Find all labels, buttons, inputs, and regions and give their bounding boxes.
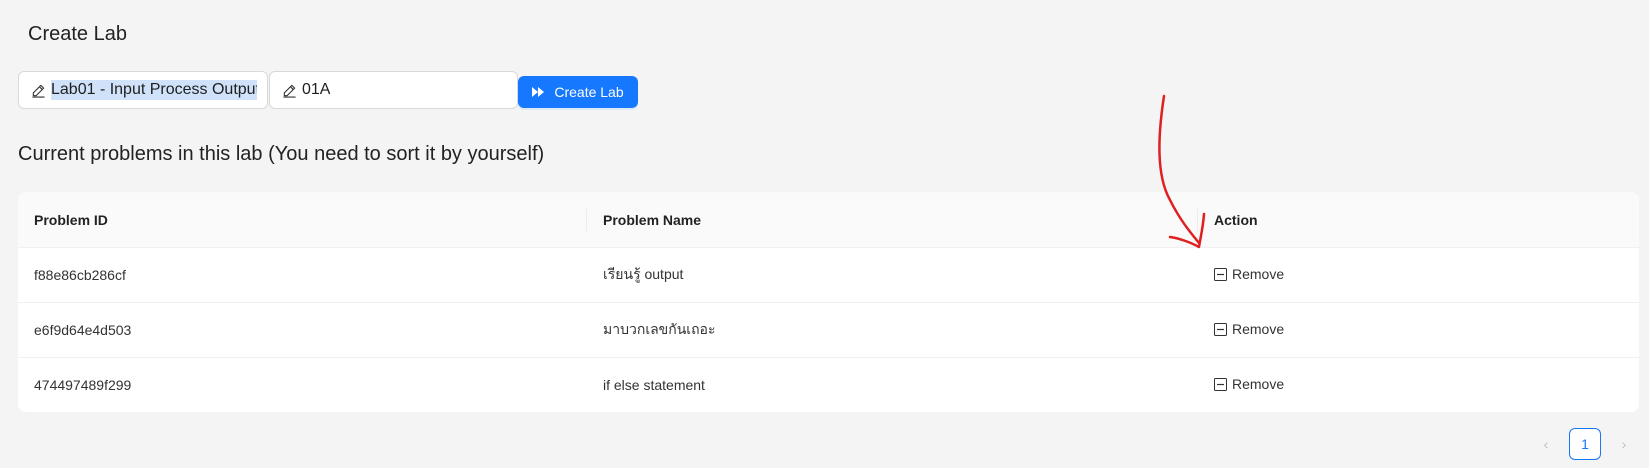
column-header-action: Action [1198,212,1639,228]
create-lab-button-label: Create Lab [554,84,623,100]
remove-button-label: Remove [1232,266,1284,282]
page-title: Create Lab [28,20,127,48]
minus-square-icon [1214,268,1227,281]
table-row: f88e86cb286cf เรียนรู้ output Remove [18,248,1639,303]
problem-id-cell: f88e86cb286cf [18,267,587,283]
lab-name-value: Lab01 - Input Process Output [51,80,257,100]
problem-name-cell: if else statement [587,377,1198,393]
fast-forward-icon [532,87,544,97]
table-row: 474497489f299 if else statement Remove [18,358,1639,412]
column-header-problem-name: Problem Name [587,212,1198,228]
chevron-left-icon[interactable]: ‹ [1530,428,1562,460]
problem-id-cell: e6f9d64e4d503 [18,322,587,338]
lab-code-value: 01A [302,81,330,99]
section-title: Current problems in this lab (You need t… [18,140,544,168]
column-header-problem-id: Problem ID [18,212,587,228]
pagination: ‹ 1 › [1530,428,1640,460]
page-item-current[interactable]: 1 [1569,428,1601,460]
lab-name-input[interactable]: Lab01 - Input Process Output [18,71,268,109]
minus-square-icon [1214,378,1227,391]
table-header: Problem ID Problem Name Action [18,192,1639,248]
remove-button-label: Remove [1232,321,1284,337]
problem-name-cell: เรียนรู้ output [587,264,1198,286]
create-lab-button[interactable]: Create Lab [518,76,638,108]
create-lab-page: Create Lab Lab01 - Input Process Output … [0,0,1649,468]
problem-name-cell: มาบวกเลขกันเถอะ [587,319,1198,341]
problem-id-cell: 474497489f299 [18,377,587,393]
chevron-right-icon[interactable]: › [1608,428,1640,460]
remove-button[interactable]: Remove [1214,376,1284,392]
table-row: e6f9d64e4d503 มาบวกเลขกันเถอะ Remove [18,303,1639,358]
problems-table: Problem ID Problem Name Action f88e86cb2… [18,192,1639,412]
remove-button[interactable]: Remove [1214,266,1284,282]
edit-icon [31,83,46,98]
minus-square-icon [1214,323,1227,336]
lab-code-input[interactable]: 01A [269,71,518,109]
remove-button[interactable]: Remove [1214,321,1284,337]
remove-button-label: Remove [1232,376,1284,392]
edit-icon [282,83,297,98]
